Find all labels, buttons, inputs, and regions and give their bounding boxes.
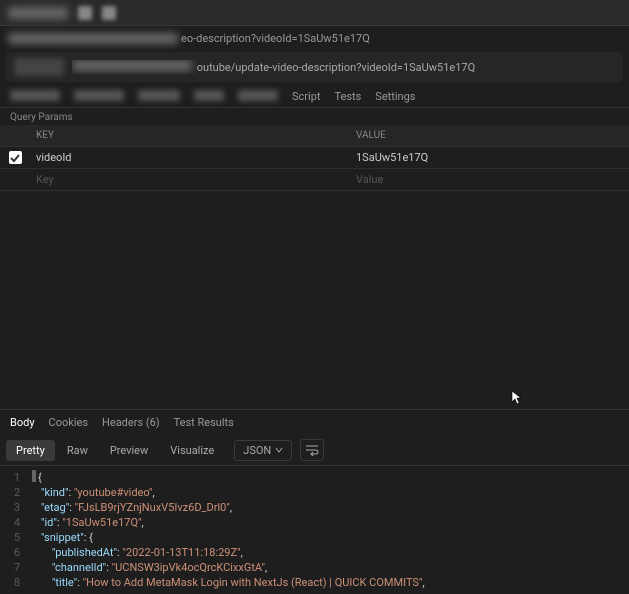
format-label: JSON xyxy=(243,444,271,457)
param-row: videoId 1SaUw51e17Q xyxy=(0,147,629,169)
response-body-code[interactable]: 1{2 "kind": "youtube#video",3 "etag": "F… xyxy=(0,466,629,594)
view-visualize[interactable]: Visualize xyxy=(160,440,224,461)
code-content: "snippet": { xyxy=(30,530,93,545)
param-value-input[interactable]: Value xyxy=(350,173,629,186)
response-tabs: Body Cookies Headers (6) Test Results xyxy=(0,409,629,435)
code-content: { xyxy=(38,470,42,485)
view-pretty[interactable]: Pretty xyxy=(6,440,55,461)
line-number: 2 xyxy=(0,485,30,500)
resp-tab-body[interactable]: Body xyxy=(10,416,35,429)
request-url-suffix: outube/update-video-description?videoId=… xyxy=(197,61,475,74)
code-content: "publishedAt": "2022-01-13T11:18:29Z", xyxy=(30,545,243,560)
request-url-input[interactable]: outube/update-video-description?videoId=… xyxy=(72,60,615,74)
request-tabs: Script Tests Settings xyxy=(0,84,629,108)
code-line: 7 "channelId": "UCNSW3ipVk4ocQrcKCixxGtA… xyxy=(0,560,629,575)
tab-icon-blurred xyxy=(78,6,92,20)
tab-settings[interactable]: Settings xyxy=(375,90,415,103)
line-number: 4 xyxy=(0,515,30,530)
http-method-blurred[interactable] xyxy=(14,58,64,76)
format-select[interactable]: JSON xyxy=(234,440,292,461)
resp-tab-cookies[interactable]: Cookies xyxy=(49,416,88,429)
tab-blurred xyxy=(8,7,68,19)
tab-blurred[interactable] xyxy=(74,90,124,101)
code-content: "id": "1SaUw51e17Q", xyxy=(30,515,144,530)
param-value-input[interactable]: 1SaUw51e17Q xyxy=(350,151,629,164)
response-view-row: Pretty Raw Preview Visualize JSON xyxy=(0,435,629,466)
request-url-blurred-prefix xyxy=(72,60,192,71)
tab-blurred[interactable] xyxy=(138,90,180,101)
param-checkbox[interactable] xyxy=(9,151,22,164)
wrap-icon xyxy=(305,444,319,456)
code-line: 4 "id": "1SaUw51e17Q", xyxy=(0,515,629,530)
code-line: 2 "kind": "youtube#video", xyxy=(0,485,629,500)
resp-tab-test-results[interactable]: Test Results xyxy=(174,416,234,429)
code-line: 6 "publishedAt": "2022-01-13T11:18:29Z", xyxy=(0,545,629,560)
code-line: 5 "snippet": { xyxy=(0,530,629,545)
line-number: 7 xyxy=(0,560,30,575)
window-tab-strip xyxy=(0,0,629,26)
view-preview[interactable]: Preview xyxy=(100,440,158,461)
query-params-label: Query Params xyxy=(0,108,629,125)
code-line: 3 "etag": "FJsLB9rjYZnjNuxV5Ivz6D_Drl0", xyxy=(0,500,629,515)
tab-blurred[interactable] xyxy=(238,90,278,101)
header-value: VALUE xyxy=(350,130,629,141)
breadcrumb-url: eo-description?videoId=1SaUw51e17Q xyxy=(0,26,629,50)
param-key-input[interactable]: videoId xyxy=(30,151,350,164)
view-raw[interactable]: Raw xyxy=(57,440,98,461)
line-number: 6 xyxy=(0,545,30,560)
param-row-empty: Key Value xyxy=(0,169,629,191)
line-number: 3 xyxy=(0,500,30,515)
code-content: "channelId": "UCNSW3ipVk4ocQrcKCixxGtA", xyxy=(30,560,267,575)
tab-blurred[interactable] xyxy=(194,90,224,101)
param-key-input[interactable]: Key xyxy=(30,173,350,186)
params-header-row: KEY VALUE xyxy=(0,125,629,147)
code-content: "etag": "FJsLB9rjYZnjNuxV5Ivz6D_Drl0", xyxy=(30,500,232,515)
url-blurred-prefix xyxy=(8,33,178,44)
params-empty-area xyxy=(0,191,629,409)
request-bar: outube/update-video-description?videoId=… xyxy=(6,52,623,82)
tab-tests[interactable]: Tests xyxy=(334,90,361,103)
chevron-down-icon xyxy=(275,446,283,454)
line-number: 1 xyxy=(0,470,30,485)
line-number: 5 xyxy=(0,530,30,545)
code-content: "kind": "youtube#video", xyxy=(30,485,155,500)
url-suffix: eo-description?videoId=1SaUw51e17Q xyxy=(181,32,370,45)
tab-script[interactable]: Script xyxy=(292,90,320,103)
tab-blurred[interactable] xyxy=(10,90,60,101)
code-line: 1{ xyxy=(0,470,629,485)
wrap-lines-button[interactable] xyxy=(300,439,324,461)
resp-tab-headers[interactable]: Headers (6) xyxy=(102,416,160,429)
query-params-table: KEY VALUE videoId 1SaUw51e17Q Key Value xyxy=(0,125,629,191)
text-caret xyxy=(32,470,36,482)
tab-icon-blurred xyxy=(102,6,116,20)
header-key: KEY xyxy=(30,130,350,141)
